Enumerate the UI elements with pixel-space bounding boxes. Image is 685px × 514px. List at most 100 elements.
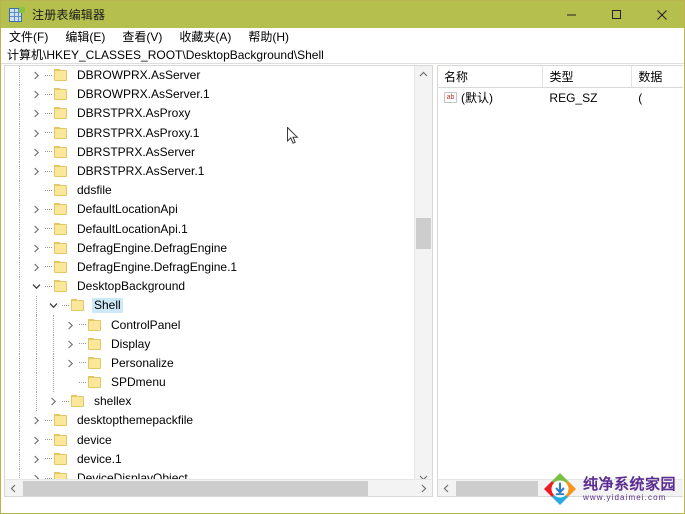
tree-expander-collapsed[interactable] (63, 316, 77, 335)
tree-expander-collapsed[interactable] (29, 220, 43, 239)
folder-icon (87, 376, 103, 389)
registry-tree[interactable]: DBROWPRX.AsServer DBROWPRX.AsServer.1 DBRS… (5, 66, 413, 486)
tree-item-label: device (77, 432, 112, 447)
menu-item-view[interactable]: 查看(V) (122, 29, 171, 46)
tree-item-device-1[interactable]: device.1 (5, 449, 413, 469)
folder-icon (53, 126, 69, 140)
watermark-text: 纯净系统家园 www.yidaimei.com (583, 476, 676, 503)
tree-item-dbrowprx-asserver[interactable]: DBROWPRX.AsServer (5, 66, 413, 86)
folder-icon (53, 241, 69, 255)
tree-item-spdmenu[interactable]: SPDmenu (5, 373, 413, 393)
column-header-type[interactable]: 类型 (543, 66, 633, 87)
folder-icon (53, 69, 69, 82)
value-row[interactable]: (默认) REG_SZ ( (438, 88, 683, 107)
tree-item-label: Shell (92, 298, 123, 314)
tree-expander-collapsed[interactable] (63, 354, 77, 373)
tree-expander-none (29, 181, 43, 200)
tree-item-personalize[interactable]: Personalize (5, 353, 413, 373)
folder-icon (53, 165, 69, 178)
tree-item-label: DBROWPRX.AsServer.1 (77, 87, 210, 102)
tree-item-dbrstprx-asproxy[interactable]: DBRSTPRX.AsProxy (5, 104, 413, 124)
tree-vertical-scroll-thumb[interactable] (416, 218, 431, 249)
menu-item-favorites[interactable]: 收藏夹(A) (179, 29, 240, 46)
minimize-button[interactable] (549, 1, 594, 28)
tree-guide-dots (77, 373, 87, 392)
tree-item-defragengine-defragengine-1[interactable]: DefragEngine.DefragEngine.1 (5, 257, 413, 278)
tree-item-label: ddsfile (77, 183, 112, 198)
tree-item-desktopthemepackfile[interactable]: desktopthemepackfile (5, 411, 413, 431)
watermark-logo-icon (542, 471, 578, 507)
tree-item-label: DefragEngine.DefragEngine (77, 240, 228, 255)
folder-icon (70, 299, 86, 312)
tree-expander-collapsed[interactable] (29, 85, 43, 104)
scroll-up-icon[interactable] (415, 66, 432, 83)
tree-item-controlpanel[interactable]: ControlPanel (5, 315, 413, 335)
tree-expander-collapsed[interactable] (29, 258, 43, 277)
tree-expander-collapsed[interactable] (29, 450, 43, 469)
tree-expander-collapsed[interactable] (29, 239, 43, 258)
tree-expander-expanded[interactable] (29, 277, 43, 296)
registry-tree-pane: DBROWPRX.AsServer DBROWPRX.AsServer.1 DBRS… (4, 65, 433, 497)
tree-item-display[interactable]: Display (5, 334, 413, 354)
close-button[interactable] (639, 1, 684, 28)
menu-item-file[interactable]: 文件(F) (9, 29, 57, 46)
tree-item-defragengine-defragengine[interactable]: DefragEngine.DefragEngine (5, 238, 413, 258)
tree-guide-dots (77, 316, 87, 335)
tree-item-dbrstprx-asproxy-1[interactable]: DBRSTPRX.AsProxy.1 (5, 123, 413, 143)
tree-guide-dots (43, 450, 53, 469)
tree-item-label: DefaultLocationApi (77, 202, 178, 217)
folder-icon (70, 395, 86, 408)
values-scroll-left-icon[interactable] (438, 480, 455, 496)
menu-bar: 文件(F) 编辑(E) 查看(V) 收藏夹(A) 帮助(H) (1, 28, 684, 47)
tree-expander-collapsed[interactable] (29, 431, 43, 450)
values-list[interactable]: (默认) REG_SZ ( (438, 88, 683, 107)
tree-expander-collapsed[interactable] (29, 66, 43, 85)
tree-item-dbrstprx-asserver-1[interactable]: DBRSTPRX.AsServer.1 (5, 161, 413, 182)
tree-item-label: DefaultLocationApi.1 (77, 221, 188, 236)
column-header-data[interactable]: 数据 (632, 66, 683, 87)
tree-expander-collapsed[interactable] (29, 411, 43, 430)
folder-icon (53, 433, 69, 447)
address-bar[interactable]: 计算机\HKEY_CLASSES_ROOT\DesktopBackground\… (1, 47, 684, 64)
tree-expander-collapsed[interactable] (29, 162, 43, 181)
tree-vertical-scrollbar[interactable] (414, 66, 432, 486)
folder-icon (87, 318, 103, 332)
tree-item-dbrstprx-asserver[interactable]: DBRSTPRX.AsServer (5, 142, 413, 162)
tree-item-ddsfile[interactable]: ddsfile (5, 181, 413, 201)
menu-item-edit[interactable]: 编辑(E) (65, 29, 114, 46)
tree-expander-collapsed[interactable] (29, 104, 43, 123)
tree-item-shellex[interactable]: shellex (5, 392, 413, 412)
tree-guide-dots (43, 85, 53, 104)
tree-item-defaultlocationapi[interactable]: DefaultLocationApi (5, 200, 413, 220)
folder-icon (53, 145, 69, 159)
tree-expander-collapsed[interactable] (63, 335, 77, 354)
tree-item-shell[interactable]: Shell (5, 296, 413, 316)
menu-item-help[interactable]: 帮助(H) (248, 29, 298, 46)
tree-item-label: shellex (94, 394, 132, 409)
tree-expander-collapsed[interactable] (29, 200, 43, 219)
tree-item-defaultlocationapi-1[interactable]: DefaultLocationApi.1 (5, 219, 413, 239)
folder-icon (53, 414, 69, 427)
tree-item-dbrowprx-asserver-1[interactable]: DBROWPRX.AsServer.1 (5, 85, 413, 105)
tree-expander-expanded[interactable] (46, 296, 60, 315)
column-header-name[interactable]: 名称 (438, 66, 544, 87)
values-horizontal-scroll-thumb[interactable] (456, 481, 538, 496)
tree-item-device[interactable]: device (5, 430, 413, 450)
string-value-icon (444, 92, 457, 103)
tree-item-label: ControlPanel (111, 317, 181, 332)
tree-expander-collapsed[interactable] (29, 143, 43, 162)
tree-guide-dots (77, 335, 87, 354)
window-controls (549, 1, 684, 28)
tree-item-desktopbackground[interactable]: DesktopBackground (5, 277, 413, 297)
tree-expander-none (63, 373, 77, 392)
scroll-right-icon[interactable] (415, 480, 432, 496)
tree-horizontal-scroll-thumb[interactable] (23, 481, 368, 496)
tree-horizontal-scrollbar[interactable] (5, 479, 432, 496)
tree-expander-collapsed[interactable] (29, 124, 43, 143)
scroll-left-icon[interactable] (5, 480, 22, 496)
tree-item-label: DBRSTPRX.AsServer.1 (77, 164, 205, 179)
maximize-button[interactable] (594, 1, 639, 28)
tree-expander-collapsed[interactable] (46, 392, 60, 411)
title-bar[interactable]: 注册表编辑器 (1, 1, 684, 28)
tree-guide-dots (43, 66, 53, 85)
